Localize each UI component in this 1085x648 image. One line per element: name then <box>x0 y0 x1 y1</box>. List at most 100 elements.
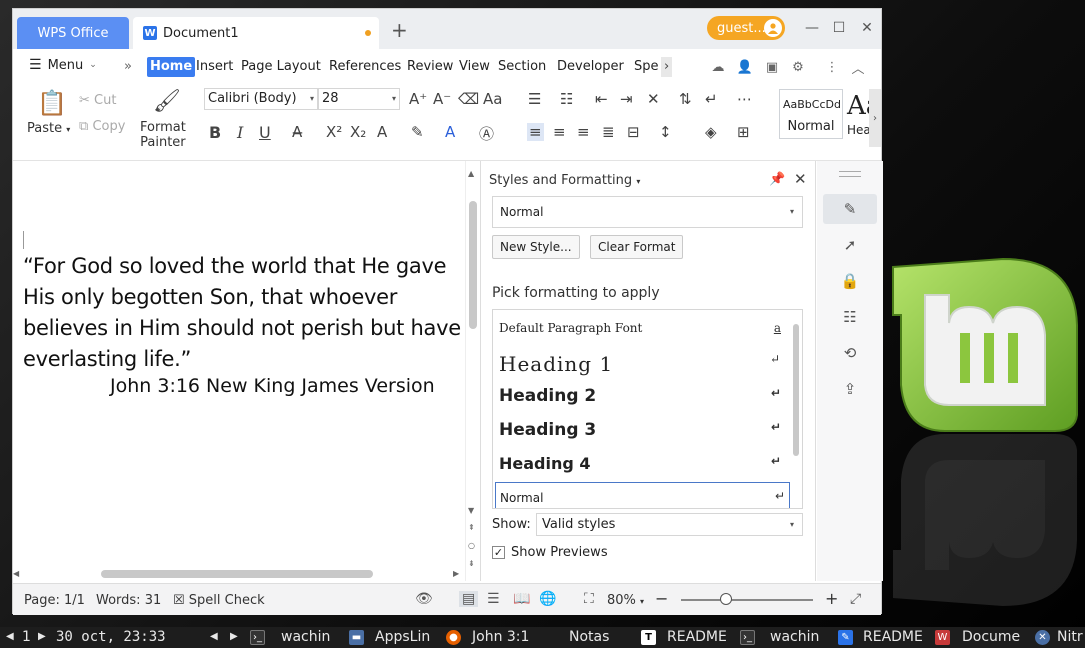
font-color-icon[interactable]: A <box>445 123 455 141</box>
clock[interactable]: 30 oct, 23:33 <box>56 629 166 645</box>
borders-icon[interactable]: ⊞ <box>737 123 750 141</box>
numbering-icon[interactable]: ☷ <box>560 90 573 108</box>
tab-references[interactable]: References <box>326 57 404 77</box>
distributed-icon[interactable]: ⊟ <box>627 123 640 141</box>
align-center-icon[interactable]: ≡ <box>553 123 566 141</box>
copy-button[interactable]: ⧉ Copy <box>79 119 125 134</box>
ribbon-scroll-right-button[interactable]: › <box>869 89 881 147</box>
style-item-heading-3[interactable]: Heading 3 ↵ <box>499 420 781 440</box>
share-user-icon[interactable]: 👤 <box>736 59 754 75</box>
line-spacing-icon[interactable]: ↕ <box>659 123 672 141</box>
cloud-sync-icon[interactable]: ☁ <box>709 59 727 75</box>
show-hide-marks-icon[interactable]: ↵ <box>705 90 718 108</box>
paste-button[interactable]: Paste ▾ <box>27 121 70 136</box>
maximize-button[interactable]: ☐ <box>830 19 848 37</box>
style-item-normal[interactable]: Normal ↵ <box>495 482 790 508</box>
document-vertical-scrollbar[interactable]: ▲ ▼ ⇞ ○ ⇟ <box>465 161 479 581</box>
user-account-button[interactable]: guest... <box>707 16 785 40</box>
tab-section[interactable]: Section <box>495 57 549 77</box>
font-name-select[interactable]: Calibri (Body) ▾ <box>204 88 318 110</box>
prev-page-icon[interactable]: ⇞ <box>468 523 475 532</box>
tab-view[interactable]: View <box>456 57 493 77</box>
select-browse-icon[interactable]: ○ <box>468 541 475 550</box>
document-horizontal-scrollbar[interactable]: ◀ ▶ <box>13 567 465 581</box>
page-view-icon[interactable]: ▤ <box>459 591 479 607</box>
tab-page-layout[interactable]: Page Layout <box>238 57 324 77</box>
decrease-indent-icon[interactable]: ⇤ <box>595 90 608 108</box>
outline-view-icon[interactable]: ☰ <box>487 591 500 607</box>
eye-protection-icon[interactable]: 👁 <box>415 591 433 607</box>
bullets-icon[interactable]: ☰ <box>528 90 541 108</box>
style-normal[interactable]: AaBbCcDd Normal <box>779 89 843 139</box>
taskbar-item-document[interactable]: Docume <box>962 629 1020 645</box>
verse-paragraph[interactable]: “For God so loved the world that He gave… <box>23 251 473 375</box>
task-next-icon[interactable]: ▶ <box>230 631 238 642</box>
scroll-left-icon[interactable]: ◀ <box>13 569 19 578</box>
more-menus-button[interactable]: » <box>121 57 135 77</box>
scroll-right-icon[interactable]: ▶ <box>453 569 459 578</box>
justify-icon[interactable]: ≣ <box>602 123 615 141</box>
cut-button[interactable]: ✂ Cut <box>79 93 116 108</box>
underline-button[interactable]: U <box>259 123 271 142</box>
zoom-in-button[interactable]: + <box>825 589 838 608</box>
collapse-ribbon-icon[interactable]: ︿ <box>849 59 867 77</box>
scroll-down-icon[interactable]: ▼ <box>468 506 474 515</box>
taskbar-item-terminal-1[interactable]: wachin <box>281 629 330 645</box>
character-border-icon[interactable]: Ⓐ <box>479 123 494 144</box>
style-item-heading-1[interactable]: Heading 1 ↵ <box>499 352 781 376</box>
zoom-slider-knob[interactable] <box>719 593 732 605</box>
italic-button[interactable]: I <box>237 123 243 142</box>
align-left-icon[interactable]: ≡ <box>527 123 544 141</box>
new-style-button[interactable]: New Style... <box>492 235 580 259</box>
strikethrough-icon[interactable]: A̶ <box>292 123 302 141</box>
taskbar-item-readme-2[interactable]: README <box>863 629 923 645</box>
clear-formatting-icon[interactable]: ⌫ <box>458 90 479 108</box>
taskbar-item-terminal-2[interactable]: wachin <box>770 629 819 645</box>
style-item-default-paragraph-font[interactable]: Default Paragraph Font a <box>499 321 781 335</box>
tab-special[interactable]: Spe <box>631 57 662 77</box>
clear-format-button[interactable]: Clear Format <box>590 235 684 259</box>
history-icon[interactable]: ⟲ <box>823 338 877 368</box>
taskbar-item-appslin[interactable]: AppsLin <box>375 629 430 645</box>
style-list-scroll-thumb[interactable] <box>793 324 799 456</box>
tab-review[interactable]: Review <box>404 57 456 77</box>
format-painter-button[interactable]: Format Painter <box>140 120 186 150</box>
workspace-next-icon[interactable]: ▶ <box>38 631 46 642</box>
pin-icon[interactable]: 📌 <box>769 172 785 187</box>
document-page[interactable]: “For God so loved the world that He gave… <box>13 161 479 581</box>
taskbar-item-notas[interactable]: Notas <box>569 629 609 645</box>
tab-document1[interactable]: W Document1 <box>133 17 379 49</box>
gear-icon[interactable]: ⚙ <box>789 59 807 75</box>
minimize-button[interactable]: — <box>803 19 821 37</box>
shading-icon[interactable]: ◈ <box>705 123 717 141</box>
tab-stops-icon[interactable]: ⋯ <box>737 90 752 108</box>
taskbar-item-nitrogen[interactable]: Nitr <box>1057 629 1083 645</box>
styles-pane-icon[interactable]: ✎ <box>823 194 877 224</box>
new-tab-button[interactable]: + <box>391 20 408 40</box>
subscript-button[interactable]: X₂ <box>350 123 366 141</box>
verse-reference[interactable]: John 3:16 New King James Version <box>110 375 435 397</box>
menu-scroll-right-button[interactable]: › <box>661 57 673 77</box>
style-item-heading-4[interactable]: Heading 4 ↵ <box>499 454 781 473</box>
fit-page-icon[interactable]: ⛶ <box>584 591 594 607</box>
vertical-scroll-thumb[interactable] <box>469 201 477 329</box>
sliders-icon[interactable]: ☷ <box>823 302 877 332</box>
text-effects-icon[interactable]: A <box>377 123 387 141</box>
sidebar-drag-handle[interactable] <box>839 171 861 177</box>
taskbar-item-readme-1[interactable]: README <box>667 629 727 645</box>
next-page-icon[interactable]: ⇟ <box>468 559 475 568</box>
text-direction-icon[interactable]: ✕ <box>647 90 660 108</box>
format-painter-icon[interactable]: 🖌 <box>153 89 181 114</box>
workspace-number[interactable]: 1 <box>22 629 31 645</box>
select-pointer-icon[interactable]: ➚ <box>823 230 877 260</box>
tab-home[interactable]: Home <box>147 57 196 77</box>
font-size-select[interactable]: 28 ▾ <box>318 88 400 110</box>
zoom-slider[interactable] <box>681 599 813 601</box>
page-count[interactable]: Page: 1/1 <box>24 593 85 608</box>
word-count[interactable]: Words: 31 <box>96 593 161 608</box>
superscript-button[interactable]: X² <box>326 123 342 141</box>
tab-wps-office[interactable]: WPS Office <box>17 17 129 49</box>
style-item-heading-2[interactable]: Heading 2 ↵ <box>499 386 781 406</box>
zoom-level[interactable]: 80% ▾ <box>607 593 644 608</box>
grow-font-icon[interactable]: A⁺ <box>409 90 427 108</box>
